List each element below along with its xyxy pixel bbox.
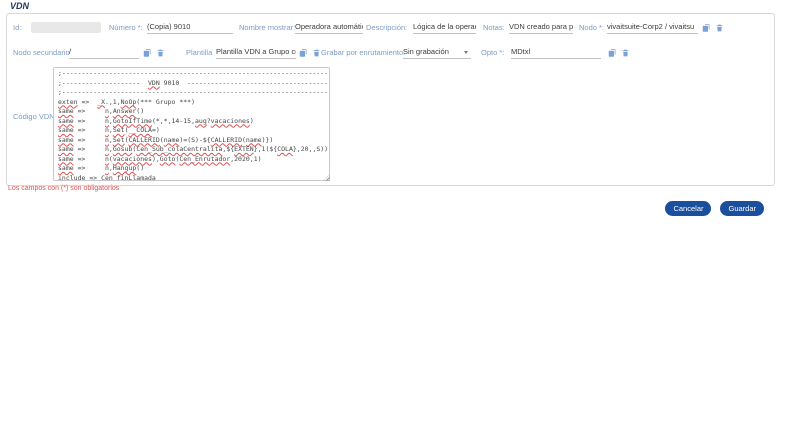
grabar-enrutamiento-value: Sin grabación [403, 47, 449, 56]
copy-icon[interactable] [143, 48, 152, 58]
form-actions: Cancelar Guardar [665, 201, 764, 216]
codigo-vdn-label: Código VDN: [13, 110, 57, 123]
copy-icon[interactable] [702, 23, 711, 33]
vdn-form-panel: Id: Número *: (Copia) 9010 Nombre mostra… [6, 13, 775, 186]
trash-icon[interactable] [715, 23, 724, 33]
opto-label: Opto *: [481, 46, 504, 59]
cancel-button[interactable]: Cancelar [665, 201, 711, 216]
nombre-mostrar-input[interactable]: Operadora automática [295, 21, 363, 34]
chevron-down-icon [464, 51, 468, 54]
plantilla-input[interactable]: Plantilla VDN a Grupo con [216, 46, 296, 59]
notas-label: Notas: [483, 21, 505, 34]
nodo-secundario-label: Nodo secundario [13, 46, 70, 59]
trash-icon[interactable] [621, 48, 630, 58]
save-button[interactable]: Guardar [720, 201, 764, 216]
grabar-enrutamiento-select[interactable]: Sin grabación [403, 46, 471, 59]
trash-icon[interactable] [156, 48, 165, 58]
vdn-code-textarea[interactable]: ;---------------------------------------… [53, 67, 330, 181]
required-fields-note: Los campos con (*) son obligatorios [8, 185, 119, 192]
notas-input[interactable]: VDN creado para planifica [509, 21, 573, 34]
descripcion-input[interactable]: Lógica de la operadora au [413, 21, 476, 34]
descripcion-label: Descripción: [366, 21, 407, 34]
copy-icon[interactable] [299, 48, 308, 58]
id-label: Id: [13, 21, 21, 34]
plantilla-label: Plantilla [186, 46, 212, 59]
trash-icon[interactable] [312, 48, 321, 58]
copy-icon[interactable] [608, 48, 617, 58]
id-input [31, 22, 101, 33]
page-title: VDN [10, 1, 29, 11]
opto-input[interactable]: MDtxl [511, 46, 601, 59]
nodo-secundario-input[interactable]: / [69, 46, 139, 59]
numero-input[interactable]: (Copia) 9010 [147, 21, 233, 34]
numero-label: Número *: [109, 21, 143, 34]
grabar-enrutamiento-label: Grabar por enrutamiento: [321, 46, 405, 59]
nodo-label: Nodo *: [579, 21, 604, 34]
nodo-input[interactable]: vivaitsuite-Corp2 / vivaitsu [607, 21, 698, 34]
nombre-mostrar-label: Nombre mostrar: [239, 21, 295, 34]
